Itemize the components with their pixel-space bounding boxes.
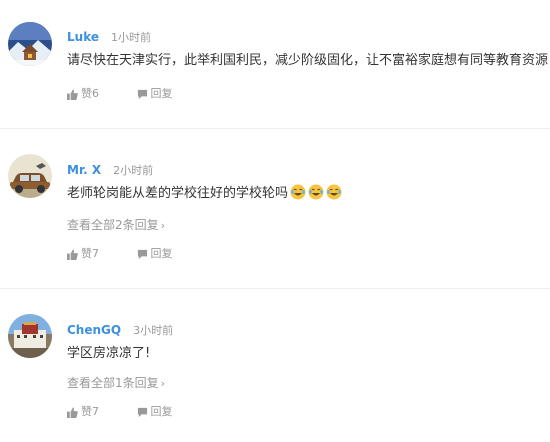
view-all-replies-link[interactable]: 查看全部1条回复 › [67,375,165,392]
reply-button[interactable]: 回复 [137,86,173,102]
comment-meta: Mr. X 2小时前 [67,160,153,178]
comment-bubble-icon [137,249,147,259]
reply-label: 回复 [150,247,173,260]
comment-item: Mr. X 2小时前 老师轮岗能从差的学校往好的学校轮吗 查看全部2条回复 › 赞7… [0,129,550,287]
comment-text: 学区房凉凉了! [67,346,151,361]
like-count: 赞6 [81,87,99,100]
chevron-right-icon: › [160,377,166,390]
palace-avatar-icon [8,314,52,358]
comment-text-body: 老师轮岗能从差的学校往好的学校轮吗 [67,186,289,201]
like-count: 赞7 [81,247,99,260]
avatar[interactable] [8,22,52,66]
like-button[interactable]: 赞7 [67,246,99,262]
comment-item: ChenGQ 3小时前 学区房凉凉了! 查看全部1条回复 › 赞7 回复 [0,289,550,442]
laughing-tears-emoji-icon [290,184,306,200]
comment-bubble-icon [137,89,147,99]
view-all-replies-label: 查看全部1条回复 [67,376,159,390]
like-button[interactable]: 赞6 [67,86,99,102]
comment-text: 老师轮岗能从差的学校往好的学校轮吗 [67,184,342,204]
reply-label: 回复 [150,405,173,418]
reply-label: 回复 [150,87,173,100]
thumbs-up-icon [67,248,78,260]
timestamp: 1小时前 [111,31,151,44]
snowy-cabin-avatar-icon [8,22,52,66]
view-all-replies-label: 查看全部2条回复 [67,218,159,232]
avatar[interactable] [8,154,52,198]
reply-button[interactable]: 回复 [137,404,173,420]
comment-item: Luke 1小时前 请尽快在天津实行，此举利国利民，减少阶级固化，让不富裕家庭想有… [0,0,550,128]
username[interactable]: ChenGQ [67,323,121,337]
laughing-tears-emoji-icon [326,184,342,200]
comment-bubble-icon [137,407,147,417]
comment-meta: ChenGQ 3小时前 [67,320,173,338]
chevron-right-icon: › [160,219,166,232]
like-button[interactable]: 赞7 [67,404,99,420]
comment-actions: 赞7 回复 [67,246,173,262]
comment-meta: Luke 1小时前 [67,27,151,45]
like-count: 赞7 [81,405,99,418]
timestamp: 2小时前 [113,164,154,177]
timestamp: 3小时前 [133,324,174,337]
car-avatar-icon [8,154,52,198]
thumbs-up-icon [67,88,78,100]
username[interactable]: Luke [67,30,99,44]
comment-actions: 赞7 回复 [67,404,173,420]
thumbs-up-icon [67,406,78,418]
comment-actions: 赞6 回复 [67,86,173,102]
view-all-replies-link[interactable]: 查看全部2条回复 › [67,217,165,234]
username[interactable]: Mr. X [67,163,101,177]
laughing-tears-emoji-icon [308,184,324,200]
comment-text: 请尽快在天津实行，此举利国利民，减少阶级固化，让不富裕家庭想有同等教育资源 [67,53,549,68]
avatar[interactable] [8,314,52,358]
reply-button[interactable]: 回复 [137,246,173,262]
